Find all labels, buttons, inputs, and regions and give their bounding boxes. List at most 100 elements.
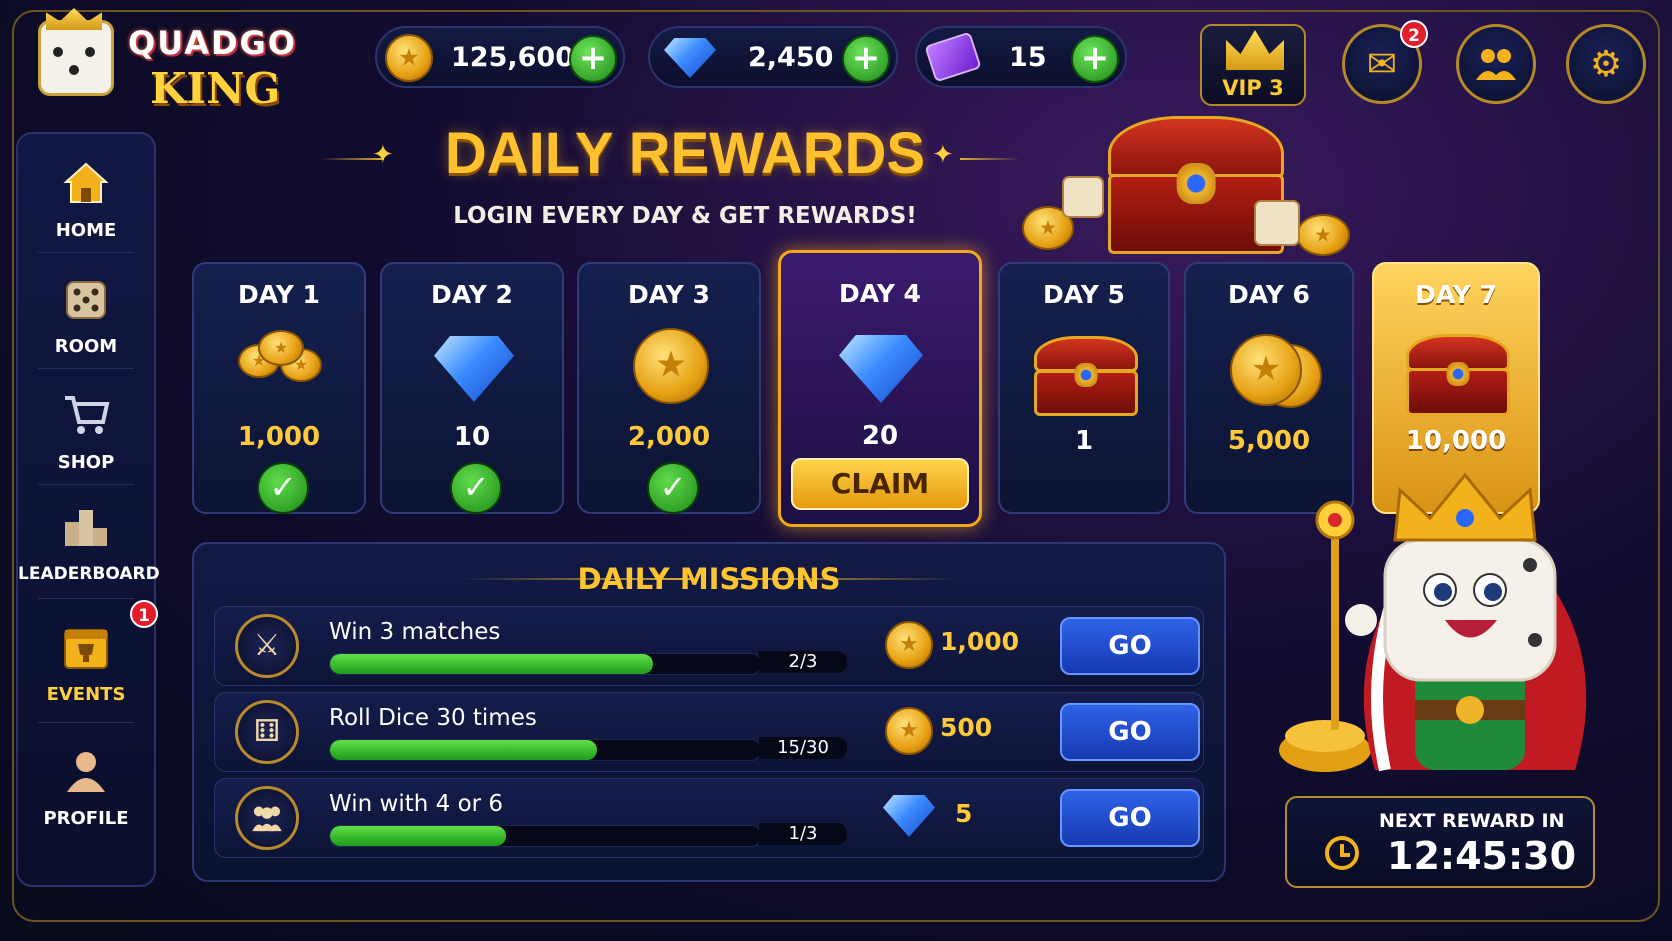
title-divider-right <box>960 158 1020 160</box>
sidebar-item-profile[interactable]: PROFILE <box>18 730 154 842</box>
sidebar-item-label: ROOM <box>54 336 118 357</box>
coin-icon <box>885 707 933 755</box>
add-gems-button[interactable]: + <box>842 35 890 83</box>
friends-button[interactable] <box>1456 24 1536 104</box>
go-button[interactable]: GO <box>1060 789 1200 847</box>
go-button[interactable]: GO <box>1060 703 1200 761</box>
mission-row: ⚅ Roll Dice 30 times 15/30 500 GO <box>214 692 1204 772</box>
check-icon: ✓ <box>647 462 699 514</box>
gem-icon <box>434 336 514 402</box>
sidebar-item-leaderboard[interactable]: LEADERBOARD <box>18 486 160 598</box>
day-label: DAY 2 <box>431 280 513 309</box>
coin-pile-icon <box>1296 214 1350 256</box>
crossed-swords-icon: ⚔ <box>235 614 299 678</box>
home-icon <box>63 162 109 203</box>
mission-progress-bar <box>329 653 761 675</box>
mission-name: Roll Dice 30 times <box>329 705 537 731</box>
dice-icon: ⚅ <box>235 700 299 764</box>
dice-icon <box>1254 200 1300 246</box>
day-label: DAY 3 <box>628 280 710 309</box>
coin-icon <box>385 34 433 82</box>
mission-name: Win with 4 or 6 <box>329 791 504 817</box>
daily-missions-panel: DAILY MISSIONS ⚔ Win 3 matches 2/3 1,000… <box>192 542 1226 882</box>
coin-icon <box>633 328 709 404</box>
gem-value: 2,450 <box>748 42 834 73</box>
check-icon: ✓ <box>450 462 502 514</box>
day-card-5: DAY 5 1 <box>998 262 1170 514</box>
sidebar: HOME ROOM SHOP LEADERBOARD EVENTS 1 PROF… <box>16 132 160 887</box>
sidebar-item-label: EVENTS <box>46 684 126 705</box>
podium-icon <box>65 510 107 546</box>
mission-name: Win 3 matches <box>329 619 501 645</box>
envelope-icon: ✉ <box>1366 43 1398 85</box>
add-coins-button[interactable]: + <box>569 35 617 83</box>
day-reward: 2,000 <box>627 422 711 452</box>
cart-icon <box>65 396 110 434</box>
ticket-balance: 15 + <box>915 26 1127 88</box>
claim-button[interactable]: CLAIM <box>791 458 969 510</box>
gem-icon <box>883 795 935 837</box>
day-card-2: DAY 2 10 ✓ <box>380 262 564 514</box>
calendar-trophy-icon <box>64 629 108 669</box>
add-tickets-button[interactable]: + <box>1071 35 1119 83</box>
day-reward: 1 <box>1074 426 1094 456</box>
mail-badge: 2 <box>1400 20 1428 48</box>
sidebar-item-room[interactable]: ROOM <box>18 258 154 370</box>
mission-row: Win with 4 or 6 1/3 5 GO <box>214 778 1204 858</box>
coin-icon <box>885 621 933 669</box>
logo-line1: QUADGO <box>128 24 297 62</box>
gear-icon: ⚙ <box>1589 43 1623 85</box>
timer-value: 12:45:30 <box>1387 834 1577 878</box>
day-reward: 10 <box>453 422 491 452</box>
gem-icon <box>839 335 923 403</box>
friends-icon <box>1476 49 1516 80</box>
person-icon <box>67 752 105 792</box>
day-reward: 10,000 <box>1405 426 1507 456</box>
events-badge: 1 <box>130 600 158 628</box>
day-label: DAY 6 <box>1228 280 1310 309</box>
day-label: DAY 1 <box>238 280 320 309</box>
mission-progress-bar <box>329 825 761 847</box>
coin-value: 125,600 <box>451 42 574 73</box>
gem-icon <box>664 38 716 78</box>
game-logo: QUADGO KING <box>32 8 317 113</box>
treasure-chest-icon <box>1034 336 1138 416</box>
progress-fill <box>330 826 507 846</box>
coin-stack-icon <box>258 330 304 366</box>
group-icon <box>235 786 299 850</box>
day-reward: 20 <box>861 421 899 451</box>
ticket-value: 15 <box>1009 42 1047 73</box>
sidebar-item-label: LEADERBOARD <box>18 564 160 584</box>
logo-line2: KING <box>150 64 281 113</box>
sidebar-item-home[interactable]: HOME <box>18 142 154 254</box>
day-label: DAY 5 <box>1043 280 1125 309</box>
mission-row: ⚔ Win 3 matches 2/3 1,000 GO <box>214 606 1204 686</box>
vip-button[interactable]: VIP 3 <box>1200 24 1306 106</box>
sparkle-icon: ✦ <box>932 140 954 170</box>
sidebar-item-shop[interactable]: SHOP <box>18 374 154 486</box>
coin-balance: 125,600 + <box>375 26 625 88</box>
sidebar-item-label: SHOP <box>57 452 115 473</box>
mission-progress-text: 2/3 <box>759 651 847 673</box>
go-button[interactable]: GO <box>1060 617 1200 675</box>
vip-label: VIP 3 <box>1222 76 1284 100</box>
dice-icon <box>66 281 106 319</box>
logo-dice-icon <box>38 20 114 96</box>
missions-title: DAILY MISSIONS <box>577 562 841 596</box>
settings-button[interactable]: ⚙ <box>1566 24 1646 104</box>
sidebar-item-label: PROFILE <box>43 808 129 829</box>
progress-fill <box>330 654 653 674</box>
check-icon: ✓ <box>257 462 309 514</box>
dice-icon <box>1062 176 1104 218</box>
day-label: DAY 4 <box>839 279 921 308</box>
king-dice-mascot <box>1279 472 1587 772</box>
next-reward-timer: NEXT REWARD IN 12:45:30 <box>1285 796 1595 888</box>
gem-balance: 2,450 + <box>648 26 898 88</box>
treasure-chest-icon <box>1406 334 1510 416</box>
coin-icon <box>1230 334 1302 406</box>
day-reward: 1,000 <box>237 422 321 452</box>
timer-label: NEXT REWARD IN <box>1379 810 1565 832</box>
mission-reward: 500 <box>940 713 993 742</box>
ticket-icon <box>924 31 982 83</box>
day-label: DAY 7 <box>1415 280 1497 309</box>
